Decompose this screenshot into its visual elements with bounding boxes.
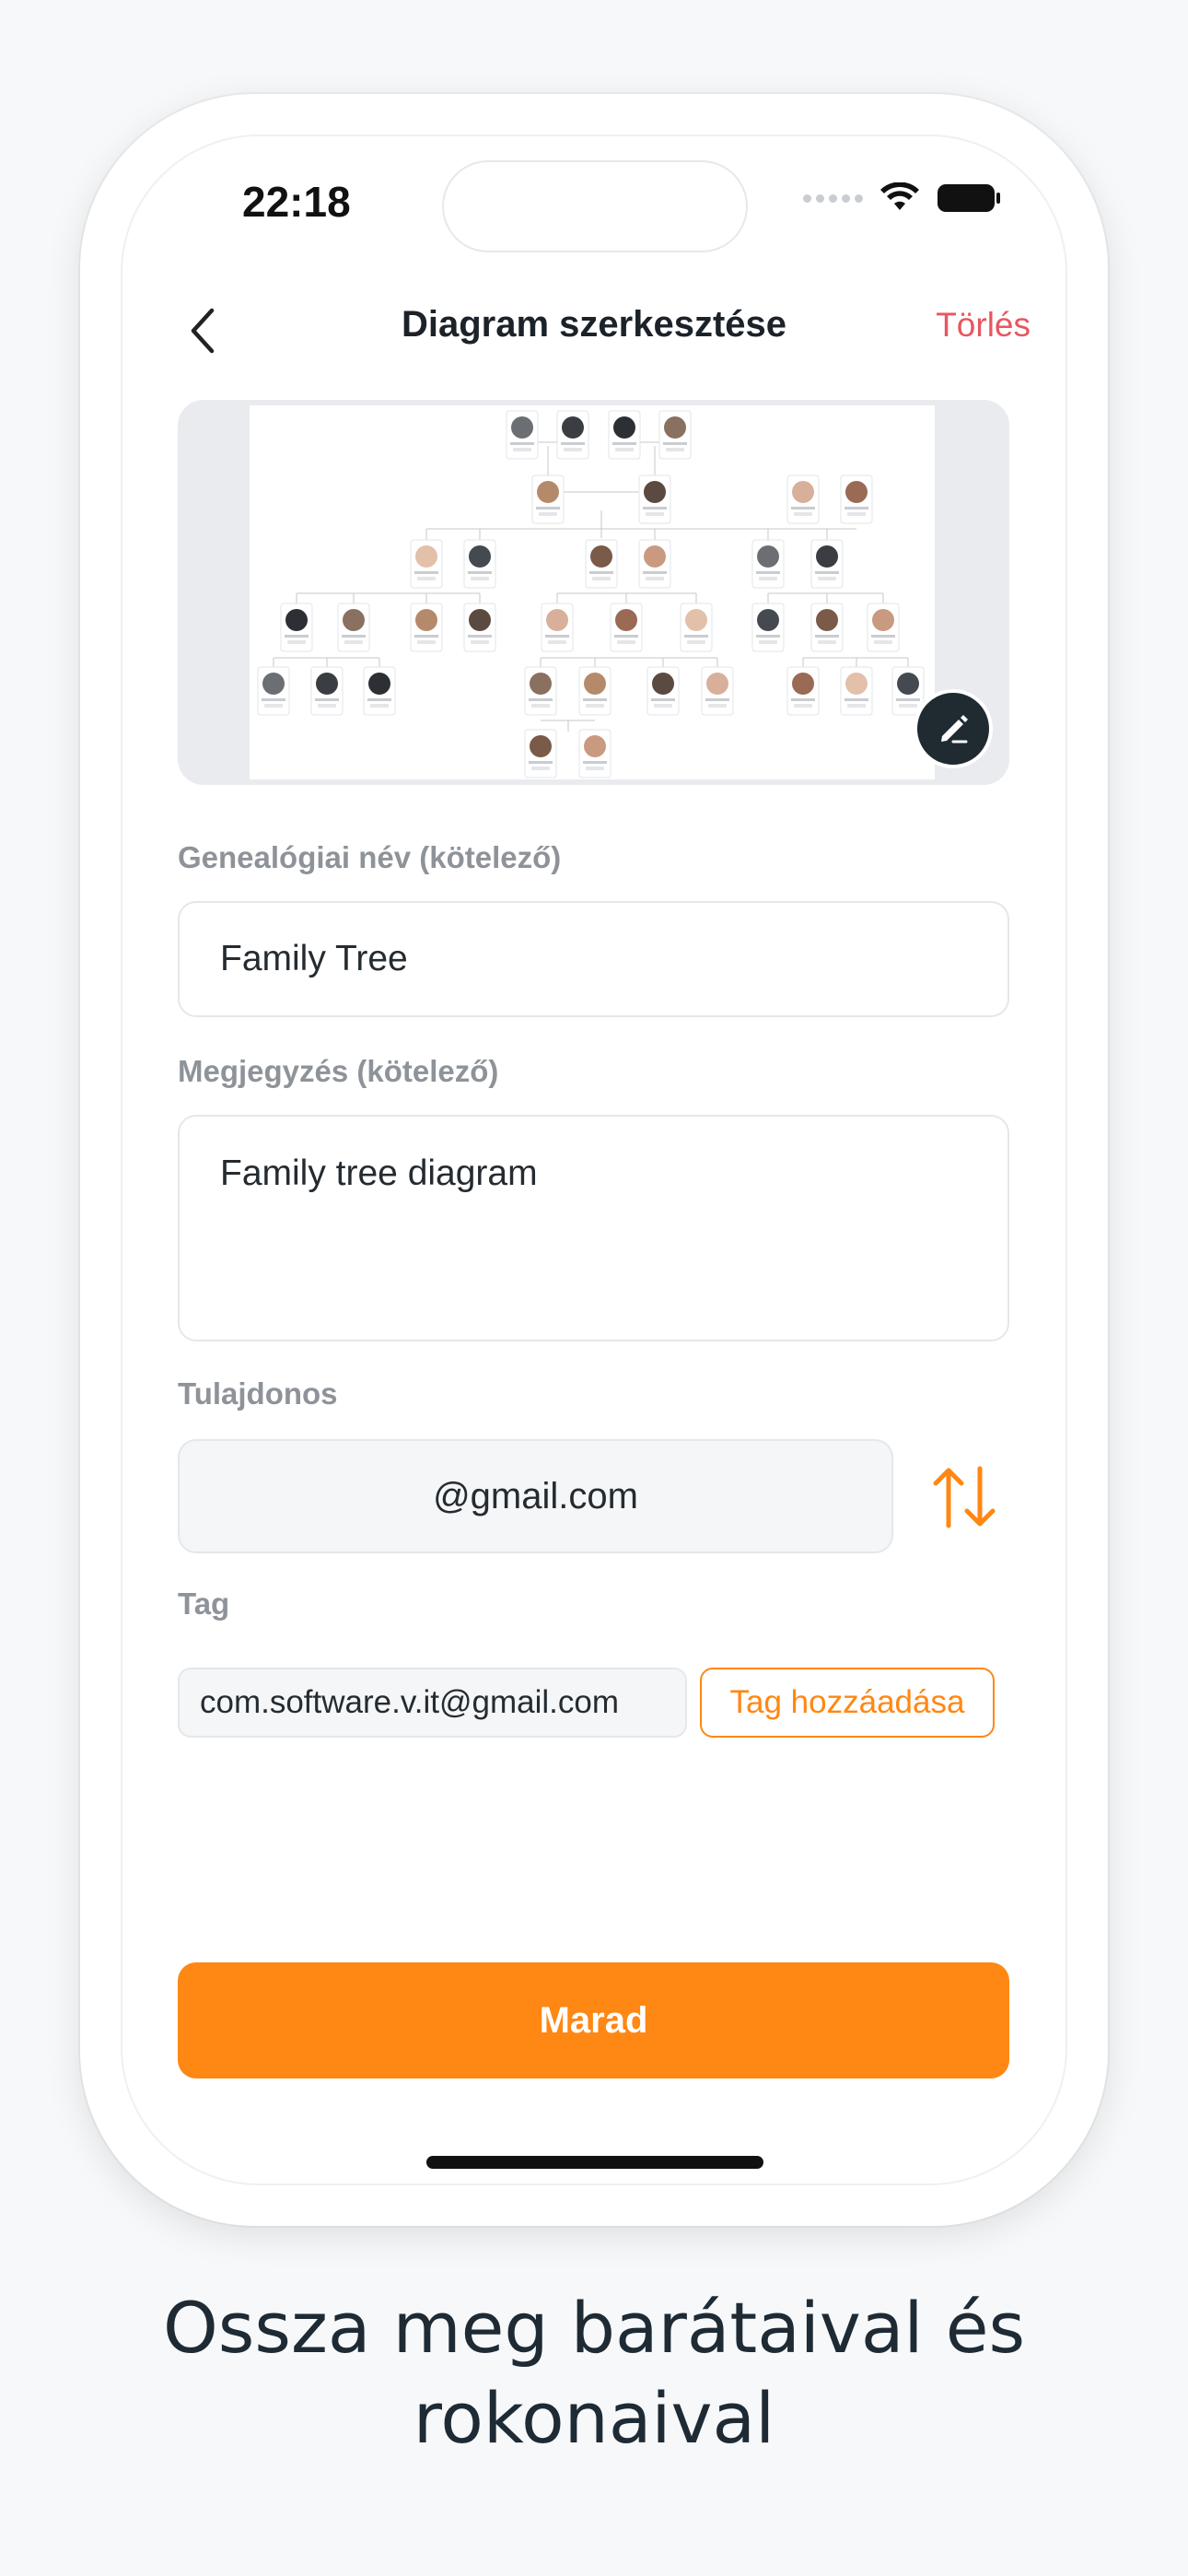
owner-field: @gmail.com: [178, 1439, 893, 1553]
note-textarea[interactable]: Family tree diagram: [178, 1115, 1009, 1341]
stay-button[interactable]: Marad: [178, 1962, 1009, 2078]
tag-chip[interactable]: com.software.v.it@gmail.com: [178, 1668, 687, 1738]
phone-screen: 22:18 Diagram szerkesztése Törlés Geneal…: [121, 135, 1067, 2185]
home-indicator: [426, 2156, 763, 2169]
tag-label: Tag: [178, 1587, 230, 1621]
caption-line-2: rokonaival: [413, 2377, 775, 2459]
status-icons: [803, 182, 1001, 214]
add-tag-button[interactable]: Tag hozzáadása: [700, 1668, 995, 1738]
caption-line-1: Ossza meg barátaival és: [162, 2287, 1026, 2369]
pencil-icon: [941, 715, 968, 744]
battery-icon: [938, 184, 1000, 212]
edit-diagram-button[interactable]: [914, 689, 993, 768]
family-tree-image: [257, 410, 925, 779]
marketing-caption: Ossza meg barátaival és rokonaival: [0, 2283, 1188, 2464]
note-label: Megjegyzés (kötelező): [178, 1054, 499, 1088]
wifi-icon: [880, 182, 919, 210]
swap-vertical-icon[interactable]: [928, 1463, 1000, 1531]
owner-label: Tulajdonos: [178, 1376, 338, 1411]
name-input[interactable]: Family Tree: [178, 901, 1009, 1017]
name-label: Genealógiai név (kötelező): [178, 840, 562, 874]
status-time: 22:18: [242, 178, 351, 226]
family-tree-thumbnail: [250, 405, 935, 779]
page-title: Diagram szerkesztése: [401, 304, 787, 345]
diagram-preview[interactable]: [178, 400, 1009, 785]
signal-dots-icon: [803, 193, 863, 203]
delete-button[interactable]: Törlés: [936, 306, 1031, 345]
dynamic-island: [442, 160, 748, 252]
